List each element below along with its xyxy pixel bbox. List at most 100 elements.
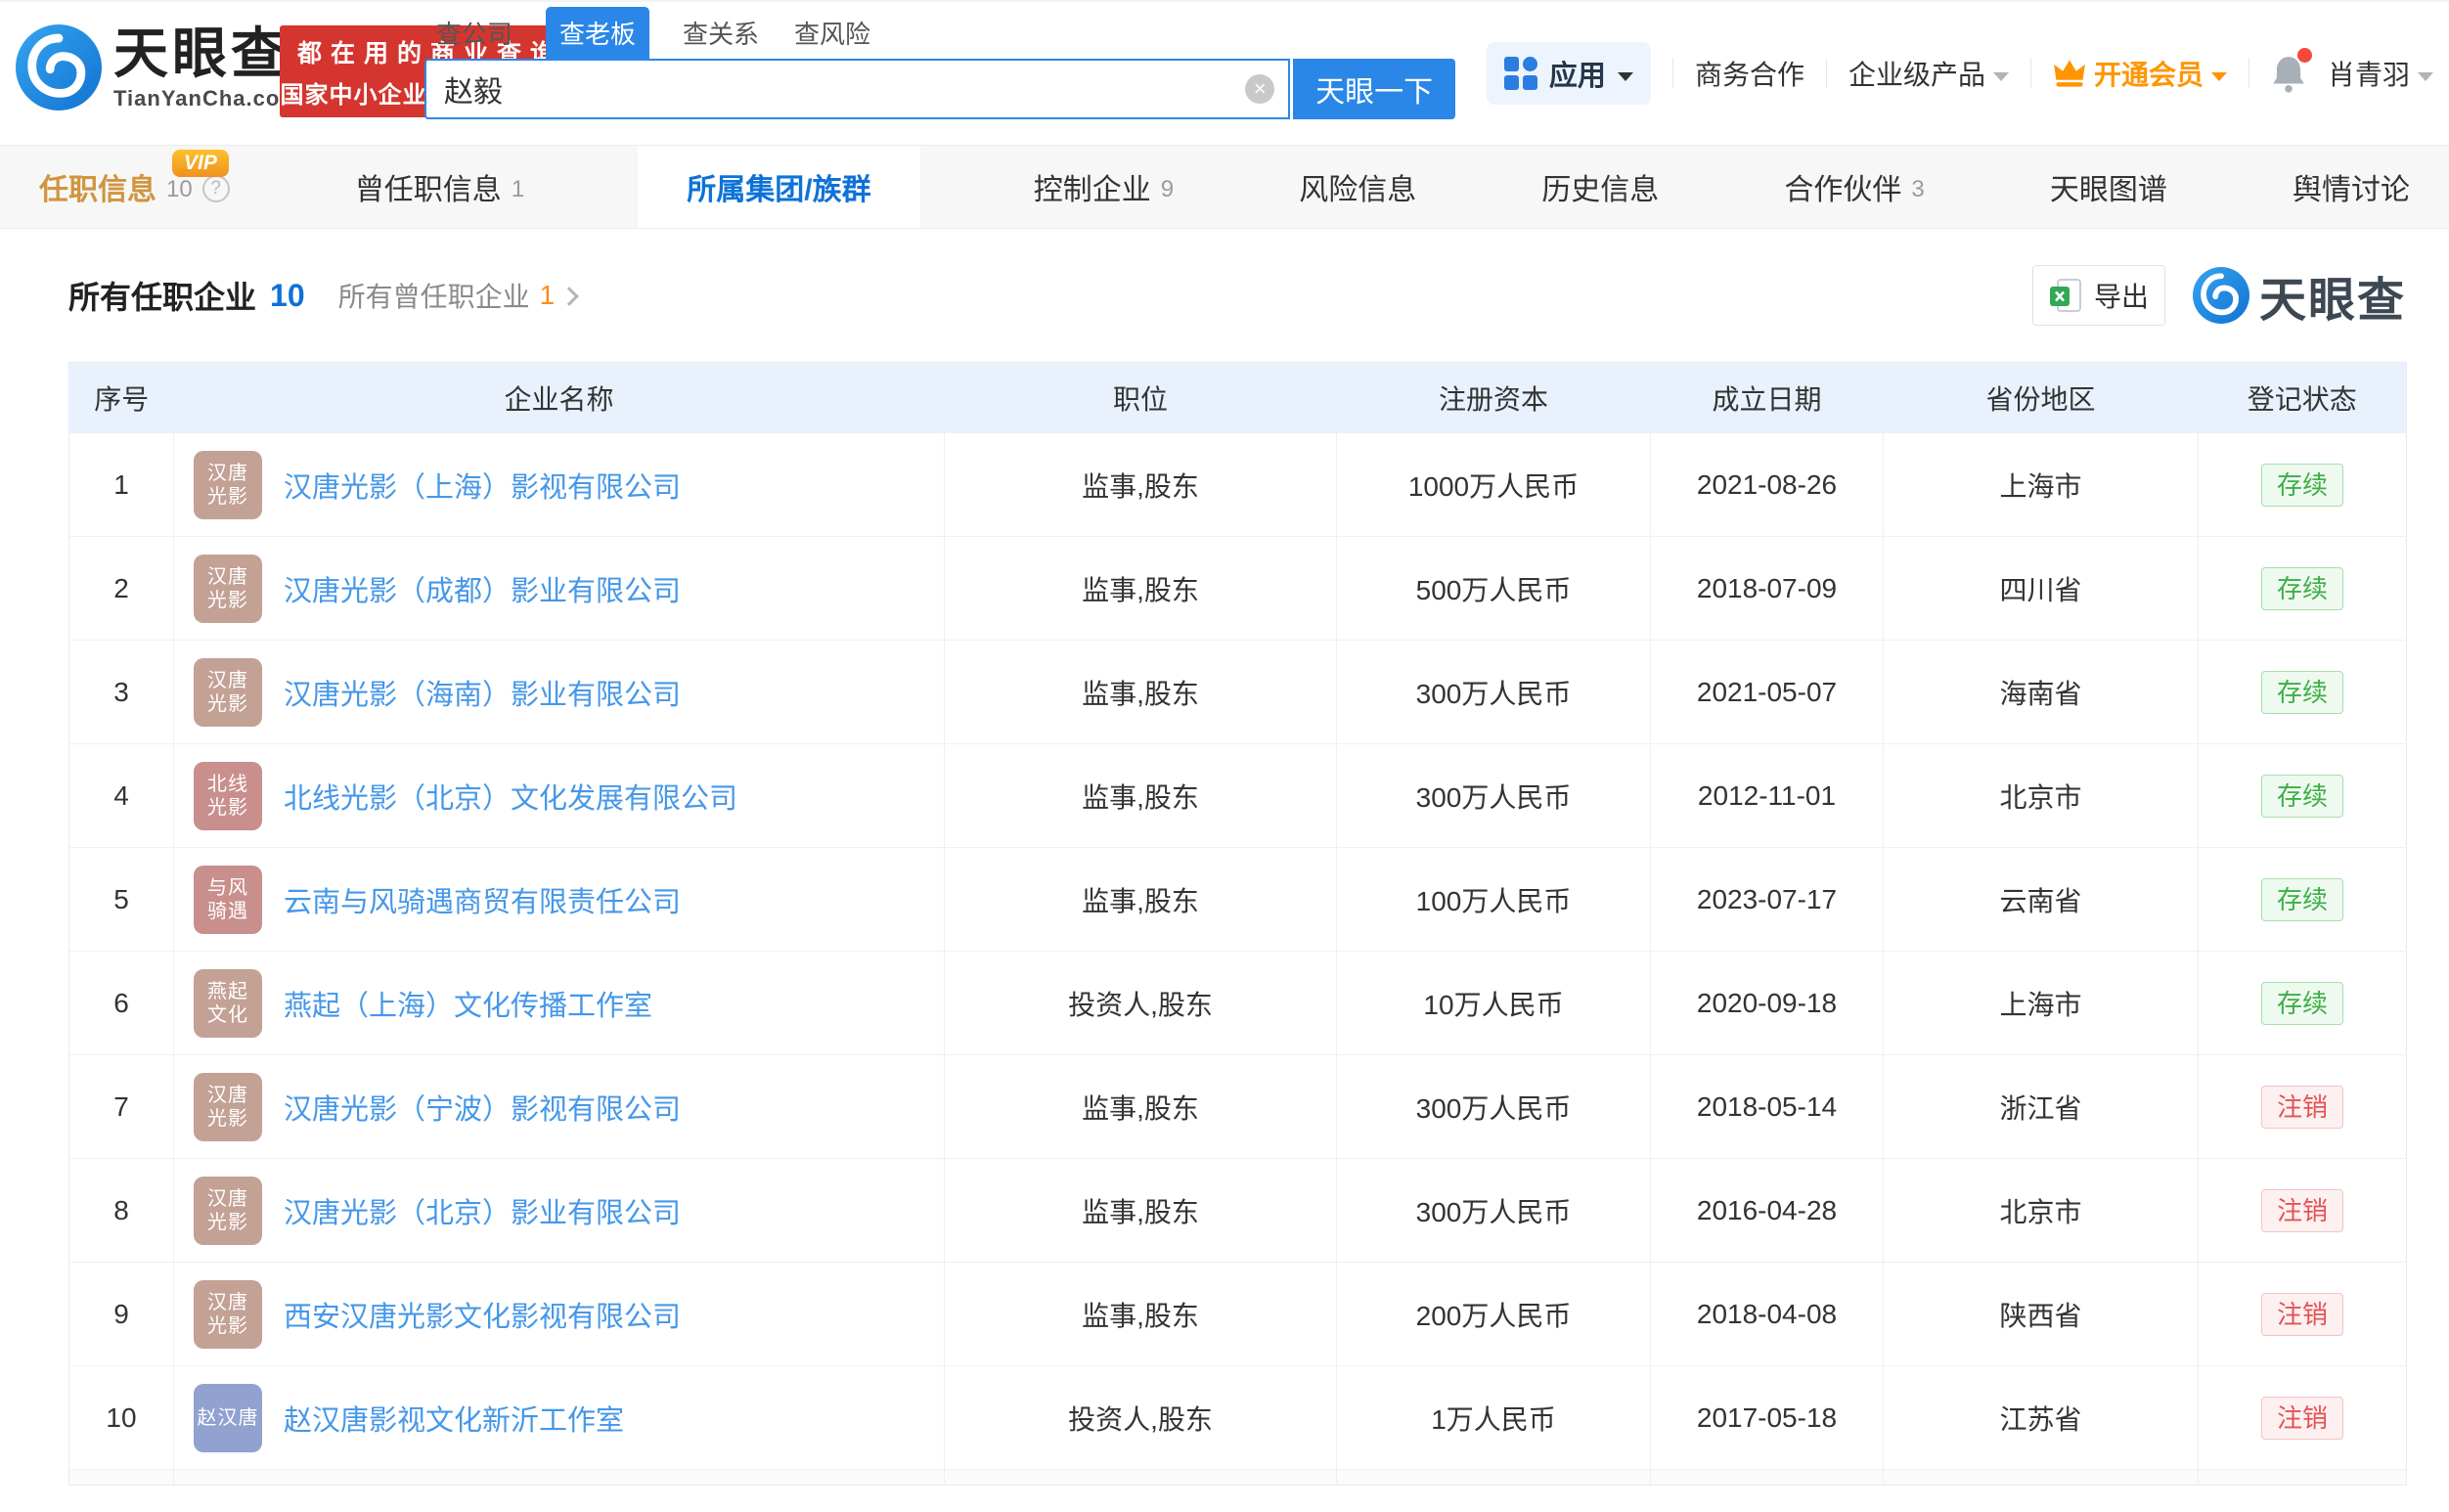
cell-company: 汉唐光影西安汉唐光影文化影视有限公司: [174, 1263, 945, 1366]
site-logo[interactable]: 天眼查 TianYanCha.com: [16, 23, 300, 111]
logo-title: 天眼查: [113, 23, 300, 84]
company-avatar[interactable]: 汉唐光影: [194, 451, 262, 519]
cell-position: 监事,股东: [945, 537, 1337, 641]
chevron-right-icon: [559, 287, 579, 306]
cell-status: 存续: [2199, 537, 2407, 641]
cell-capital: 1万人民币: [1337, 1366, 1651, 1470]
export-button[interactable]: 导出: [2032, 265, 2165, 326]
menu-enterprise-products[interactable]: 企业级产品: [1848, 54, 2009, 93]
nav-tab-8[interactable]: 天眼图谱: [2038, 146, 2179, 228]
tianyancha-watermark: 天眼查: [2193, 261, 2406, 330]
company-name-link[interactable]: 汉唐光影（宁波）影视有限公司: [284, 1087, 681, 1128]
company-cell: 汉唐光影汉唐光影（海南）影业有限公司: [174, 658, 944, 727]
search-tabs: 查公司查老板查关系查风险: [424, 10, 1455, 59]
company-name-link[interactable]: 云南与风骑遇商贸有限责任公司: [284, 879, 681, 920]
cell-province: 四川省: [1884, 537, 2199, 641]
company-avatar[interactable]: 汉唐光影: [194, 1073, 262, 1141]
cell-capital: 300万人民币: [1337, 1055, 1651, 1159]
search-tab-4[interactable]: 查风险: [792, 7, 872, 59]
user-menu[interactable]: 肖青羽: [2328, 54, 2433, 93]
company-name-link[interactable]: 西安汉唐光影文化影视有限公司: [284, 1294, 681, 1335]
search-tab-3[interactable]: 查关系: [681, 7, 761, 59]
nav-tab-2[interactable]: 曾任职信息1: [343, 146, 536, 228]
apps-grid-icon: [1504, 57, 1537, 90]
avatar-text: 文化: [207, 1003, 248, 1027]
menu-business-cooperation[interactable]: 商务合作: [1695, 54, 1804, 93]
nav-tab-9[interactable]: 舆情讨论: [2281, 146, 2422, 228]
top-menu: 应用 商务合作 企业级产品 开通会员: [1487, 2, 2433, 145]
nav-tab-7[interactable]: 合作伙伴3: [1772, 146, 1936, 228]
status-badge: 注销: [2261, 1397, 2343, 1440]
company-avatar[interactable]: 燕起文化: [194, 969, 262, 1038]
nav-tab-4[interactable]: 控制企业9: [1022, 146, 1185, 228]
cell-status: 注销: [2199, 1366, 2407, 1470]
avatar-text: 与风: [207, 876, 248, 900]
status-badge: 存续: [2261, 464, 2343, 507]
company-avatar[interactable]: 与风骑遇: [194, 866, 262, 934]
cell-index: 7: [69, 1055, 174, 1159]
cell-date: 2023-07-17: [1651, 848, 1884, 952]
search-input[interactable]: [424, 59, 1290, 119]
company-name-link[interactable]: 燕起（上海）文化传播工作室: [284, 983, 652, 1024]
nav-tab-3[interactable]: 所属集团/族群: [638, 146, 919, 228]
company-avatar[interactable]: 汉唐光影: [194, 658, 262, 727]
search-tab-1[interactable]: 查公司: [434, 7, 514, 59]
cell-province: 陕西省: [1884, 1263, 2199, 1366]
company-avatar[interactable]: 赵汉唐: [194, 1384, 262, 1452]
cell-capital: 300万人民币: [1337, 641, 1651, 744]
cell-province: 北京市: [1884, 1159, 2199, 1263]
help-icon[interactable]: ?: [202, 175, 230, 202]
company-name-link[interactable]: 汉唐光影（北京）影业有限公司: [284, 1190, 681, 1231]
company-cell: 汉唐光影汉唐光影（宁波）影视有限公司: [174, 1073, 944, 1141]
nav-tab-label: 历史信息: [1541, 165, 1659, 208]
company-name-link[interactable]: 赵汉唐影视文化新沂工作室: [284, 1398, 624, 1439]
avatar-text: 汉唐: [207, 565, 248, 589]
company-name-link[interactable]: 北线光影（北京）文化发展有限公司: [284, 776, 737, 817]
status-badge: 注销: [2261, 1293, 2343, 1336]
cell-capital: 100万人民币: [1337, 848, 1651, 952]
nav-tab-1[interactable]: 任职信息10?VIP: [27, 146, 242, 228]
company-avatar[interactable]: 汉唐光影: [194, 1280, 262, 1349]
table-row: 10赵汉唐赵汉唐影视文化新沂工作室投资人,股东1万人民币2017-05-18江苏…: [69, 1366, 2407, 1470]
company-avatar[interactable]: 汉唐光影: [194, 555, 262, 623]
cell-company: 汉唐光影汉唐光影（海南）影业有限公司: [174, 641, 945, 744]
notification-bell-icon[interactable]: [2271, 54, 2306, 93]
search-tab-2[interactable]: 查老板: [546, 7, 649, 59]
tianyancha-swirl-icon: [2193, 267, 2249, 324]
cell-status: 注销: [2199, 1159, 2407, 1263]
table-row: 5与风骑遇云南与风骑遇商贸有限责任公司监事,股东100万人民币2023-07-1…: [69, 848, 2407, 952]
company-name-link[interactable]: 汉唐光影（上海）影视有限公司: [284, 465, 681, 506]
column-header: 企业名称: [174, 363, 945, 433]
table-header-row: 序号企业名称职位注册资本成立日期省份地区登记状态: [69, 363, 2407, 433]
nav-tab-5[interactable]: 风险信息: [1287, 146, 1428, 228]
status-badge: 注销: [2261, 1086, 2343, 1129]
menu-open-vip[interactable]: 开通会员: [2053, 54, 2227, 93]
divider: [1672, 59, 1673, 88]
table-row: 7汉唐光影汉唐光影（宁波）影视有限公司监事,股东300万人民币2018-05-1…: [69, 1055, 2407, 1159]
column-header: 职位: [945, 363, 1337, 433]
company-cell: 汉唐光影西安汉唐光影文化影视有限公司: [174, 1280, 944, 1349]
nav-tab-count: 9: [1161, 176, 1174, 203]
company-avatar[interactable]: 汉唐光影: [194, 1177, 262, 1245]
nav-tab-count: 1: [512, 176, 524, 203]
avatar-text: 赵汉唐: [198, 1406, 259, 1430]
cell-date: 2018-04-08: [1651, 1263, 1884, 1366]
company-name-link[interactable]: 汉唐光影（海南）影业有限公司: [284, 672, 681, 713]
cell-date: 2018-05-14: [1651, 1055, 1884, 1159]
clear-icon[interactable]: ×: [1245, 74, 1274, 104]
user-name: 肖青羽: [2328, 54, 2410, 93]
search-button[interactable]: 天眼一下: [1293, 59, 1455, 119]
cell-status: 存续: [2199, 433, 2407, 537]
nav-tab-6[interactable]: 历史信息: [1530, 146, 1670, 228]
cell-index: 2: [69, 537, 174, 641]
company-name-link[interactable]: 汉唐光影（成都）影业有限公司: [284, 568, 681, 609]
status-badge: 存续: [2261, 982, 2343, 1025]
notification-dot: [2297, 48, 2312, 63]
apps-label: 应用: [1549, 53, 1606, 94]
watermark-label: 天眼查: [2259, 261, 2406, 330]
past-companies-link[interactable]: 所有曾任职企业 1: [338, 276, 577, 315]
apps-menu-button[interactable]: 应用: [1487, 42, 1651, 105]
cell-province: 云南省: [1884, 848, 2199, 952]
footer-cell: [174, 1470, 945, 1486]
company-avatar[interactable]: 北线光影: [194, 762, 262, 830]
